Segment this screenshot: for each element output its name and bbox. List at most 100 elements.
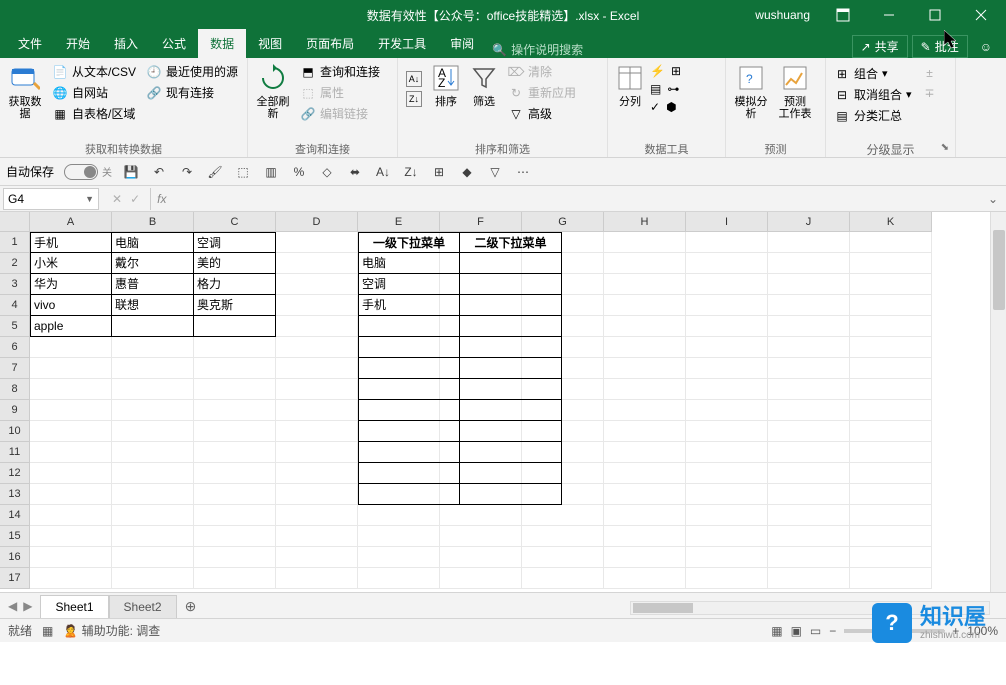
cell[interactable] [768,274,850,295]
col-header[interactable]: D [276,212,358,232]
cell[interactable] [30,421,112,442]
cell[interactable] [768,253,850,274]
cell[interactable] [850,358,932,379]
cell[interactable] [276,526,358,547]
cell[interactable] [112,526,194,547]
cell[interactable] [194,505,276,526]
show-detail-button[interactable]: ± [918,64,942,82]
cell[interactable] [604,505,686,526]
cell[interactable] [276,505,358,526]
username[interactable]: wushuang [755,8,810,22]
save-icon[interactable]: 💾 [122,163,140,181]
cell[interactable] [276,232,358,253]
sheet-tab-1[interactable]: Sheet1 [40,595,108,618]
zoom-out-icon[interactable]: − [829,624,836,638]
cell[interactable] [522,526,604,547]
cell[interactable] [194,316,276,337]
cell[interactable] [604,442,686,463]
cell[interactable] [194,463,276,484]
cell[interactable] [604,232,686,253]
sort-asc-icon[interactable]: A↓ [374,163,392,181]
cell[interactable] [850,547,932,568]
cell[interactable] [276,274,358,295]
cell[interactable] [276,253,358,274]
group-button[interactable]: ⊞组合 ▾ [830,64,916,83]
cell[interactable]: 华为 [30,274,112,295]
cell[interactable] [358,442,460,463]
cell[interactable]: 电脑 [358,253,460,274]
cell[interactable] [686,547,768,568]
from-text-csv-button[interactable]: 📄从文本/CSV [48,62,140,81]
tab-formulas[interactable]: 公式 [150,29,198,58]
cell[interactable]: 电脑 [112,232,194,253]
cell[interactable] [440,568,522,589]
refresh-all-button[interactable]: 全部刷新 [252,60,294,122]
brush-icon[interactable]: 🖌 [206,163,224,181]
cell[interactable] [30,442,112,463]
cell[interactable]: 奥克斯 [194,295,276,316]
cell[interactable] [194,484,276,505]
tab-view[interactable]: 视图 [246,29,294,58]
tab-file[interactable]: 文件 [6,29,54,58]
accessibility-status[interactable]: 🙎 辅助功能: 调查 [63,622,160,639]
cell[interactable] [358,400,460,421]
cell[interactable] [850,421,932,442]
from-table-button[interactable]: ▦自表格/区域 [48,104,140,123]
undo-icon[interactable]: ↶ [150,163,168,181]
cell[interactable] [358,337,460,358]
cell[interactable] [768,442,850,463]
cell[interactable] [194,442,276,463]
diamond-icon[interactable]: ◆ [458,163,476,181]
cell[interactable] [460,379,562,400]
percent-icon[interactable]: % [290,163,308,181]
col-header[interactable]: H [604,212,686,232]
tab-insert[interactable]: 插入 [102,29,150,58]
cell[interactable] [850,463,932,484]
sort-az-button[interactable]: A↓ [402,70,426,88]
cell[interactable]: 美的 [194,253,276,274]
cell[interactable] [276,295,358,316]
cell[interactable] [30,358,112,379]
row-header[interactable]: 12 [0,463,30,484]
cell[interactable] [604,526,686,547]
enter-formula-icon[interactable]: ✓ [130,192,140,206]
cell[interactable] [850,400,932,421]
cell[interactable] [686,421,768,442]
cell[interactable] [850,232,932,253]
view-layout-icon[interactable]: ▣ [791,624,802,638]
cell[interactable] [522,568,604,589]
sheet-tab-2[interactable]: Sheet2 [109,595,177,618]
col-header[interactable]: I [686,212,768,232]
name-box[interactable]: G4▼ [3,188,99,210]
row-header[interactable]: 3 [0,274,30,295]
spreadsheet-grid[interactable]: ABCDEFGHIJK 1234567891011121314151617 手机… [0,212,1006,592]
cell[interactable]: 戴尔 [112,253,194,274]
cell[interactable] [604,253,686,274]
cell[interactable] [768,568,850,589]
existing-conn-button[interactable]: 🔗现有连接 [142,83,242,102]
cell[interactable] [358,547,440,568]
tab-developer[interactable]: 开发工具 [366,29,438,58]
ribbon-options-icon[interactable] [820,0,866,30]
cell[interactable] [112,484,194,505]
row-header[interactable]: 17 [0,568,30,589]
cell[interactable] [686,526,768,547]
cell[interactable]: 手机 [30,232,112,253]
cell[interactable] [460,358,562,379]
row-header[interactable]: 9 [0,400,30,421]
cell[interactable] [686,505,768,526]
cell[interactable] [460,337,562,358]
cell[interactable] [460,484,562,505]
cell[interactable] [30,337,112,358]
col-header[interactable]: K [850,212,932,232]
cell[interactable] [768,484,850,505]
cell[interactable] [112,505,194,526]
cell[interactable]: 手机 [358,295,460,316]
cell[interactable]: 一级下拉菜单 [358,232,460,253]
cell[interactable] [30,505,112,526]
redo-icon[interactable]: ↷ [178,163,196,181]
tab-data[interactable]: 数据 [198,29,246,58]
edit-links-button[interactable]: 🔗编辑链接 [296,104,384,123]
cell[interactable] [686,358,768,379]
cell[interactable] [276,337,358,358]
